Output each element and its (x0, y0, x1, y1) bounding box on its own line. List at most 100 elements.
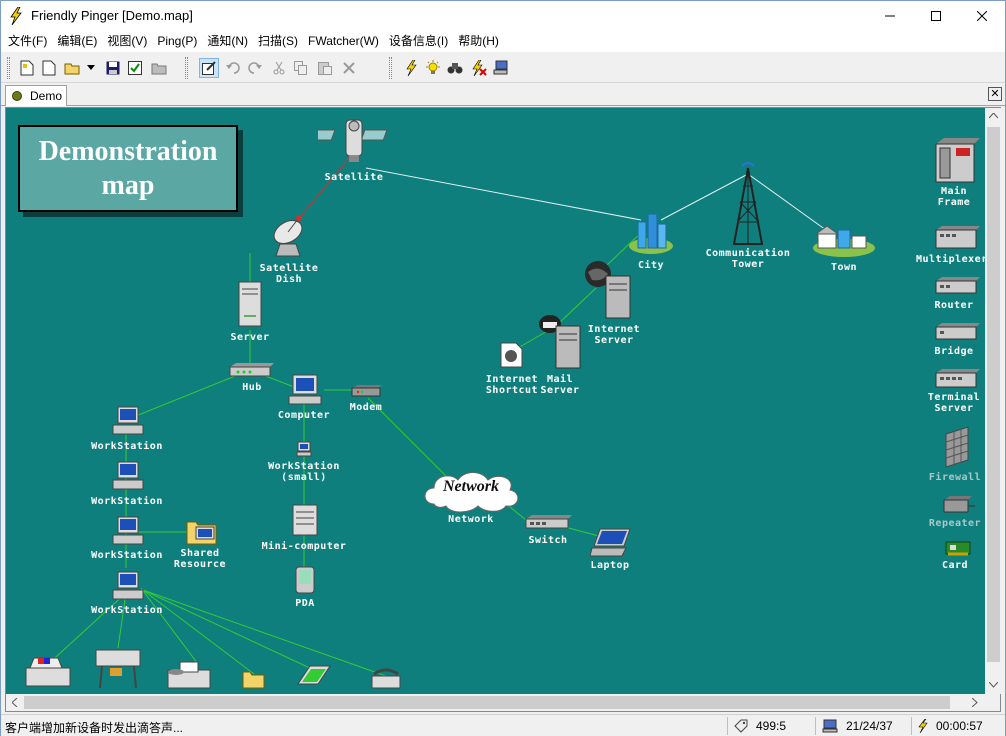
workstation-icon[interactable] (112, 406, 144, 436)
server-icon[interactable] (238, 281, 262, 327)
lightning-app-icon (10, 7, 22, 25)
toolbar-grip[interactable] (7, 57, 10, 79)
stop-ping-button[interactable] (469, 58, 489, 78)
scroll-down-icon[interactable] (989, 682, 998, 688)
modem-icon[interactable] (350, 384, 384, 398)
checklist-icon (128, 61, 142, 75)
vertical-scroll-thumb[interactable] (987, 127, 1000, 662)
status-counter: 499:5 (756, 719, 787, 733)
light-bulb-icon (426, 60, 440, 74)
scroll-right-icon[interactable] (972, 698, 978, 707)
town-icon[interactable] (812, 222, 876, 258)
ping-button[interactable] (401, 58, 421, 78)
city-icon[interactable] (628, 210, 674, 256)
new-document-button[interactable] (39, 58, 59, 78)
scanner-icon[interactable] (296, 660, 332, 690)
device-info-button[interactable] (491, 58, 511, 78)
plotter-icon[interactable] (94, 648, 142, 690)
menu-fwatcher[interactable]: FWatcher(W) (303, 31, 384, 52)
main-frame-icon[interactable] (934, 136, 982, 184)
satellite-icon[interactable] (318, 116, 390, 166)
node-label: WorkStation (91, 550, 163, 561)
menu-view[interactable]: 视图(V) (102, 31, 152, 52)
menu-help[interactable]: 帮助(H) (453, 31, 504, 52)
folder-icon[interactable] (242, 668, 266, 690)
laptop-icon[interactable] (590, 528, 634, 558)
copy-button[interactable] (291, 58, 311, 78)
menu-edit[interactable]: 编辑(E) (52, 31, 102, 52)
router-icon[interactable] (934, 276, 982, 296)
horizontal-scrollbar[interactable] (6, 694, 985, 711)
pda-icon[interactable] (295, 566, 315, 594)
open-dropdown-button[interactable] (85, 58, 97, 78)
node-label: Computer (277, 410, 331, 421)
copy-icon (294, 61, 307, 75)
save-all-button[interactable] (125, 58, 145, 78)
close-button[interactable] (959, 1, 1005, 31)
toolbar-grip[interactable] (185, 57, 188, 79)
open-button[interactable] (63, 58, 83, 78)
repeater-icon[interactable] (942, 494, 976, 516)
new-map-button[interactable] (17, 58, 37, 78)
close-map-button[interactable] (149, 58, 169, 78)
terminal-server-icon[interactable] (934, 368, 982, 390)
workstation-icon[interactable] (112, 461, 144, 491)
node-label: Shared Resource (173, 548, 227, 570)
save-button[interactable] (103, 58, 123, 78)
firewall-icon[interactable] (944, 426, 970, 468)
scan-button[interactable] (445, 58, 465, 78)
status-hosts-pane: 21/24/37 (815, 717, 911, 735)
menu-notify[interactable]: 通知(N) (202, 31, 253, 52)
scroll-up-icon[interactable] (989, 113, 998, 119)
paste-button[interactable] (315, 58, 335, 78)
internet-shortcut-icon[interactable] (500, 342, 524, 368)
undo-button[interactable] (223, 58, 243, 78)
communication-tower-icon[interactable] (728, 162, 768, 246)
printer-icon[interactable] (24, 656, 72, 690)
toolbar-grip[interactable] (389, 57, 392, 79)
node-label: Multiplexer (916, 254, 985, 265)
shared-resource-icon[interactable] (186, 516, 218, 546)
chevron-down-icon (87, 65, 95, 70)
status-time: 00:00:57 (936, 719, 983, 733)
workstation-icon[interactable] (112, 516, 144, 546)
node-label: Main Frame (937, 186, 971, 208)
cut-button[interactable] (269, 58, 289, 78)
mini-computer-icon[interactable] (292, 504, 318, 536)
alert-button[interactable] (423, 58, 443, 78)
network-map-canvas[interactable]: Demonstration map Satellite Satellite Dis… (6, 108, 985, 694)
redo-button[interactable] (245, 58, 265, 78)
computer-icon[interactable] (288, 374, 322, 406)
maximize-button[interactable] (913, 1, 959, 31)
computer-info-icon (493, 60, 508, 75)
vertical-scrollbar[interactable] (985, 108, 1002, 694)
workstation-icon[interactable] (112, 571, 144, 601)
tab-demo[interactable]: Demo (5, 85, 67, 106)
lightning-icon (406, 60, 417, 76)
node-label: Network (448, 514, 494, 525)
scissors-icon (273, 61, 285, 75)
edit-mode-button[interactable] (199, 58, 219, 78)
status-hosts: 21/24/37 (846, 719, 893, 733)
horizontal-scroll-thumb[interactable] (24, 696, 950, 709)
menu-device-info[interactable]: 设备信息(I) (384, 31, 453, 52)
satellite-dish-icon[interactable] (268, 214, 310, 258)
close-tab-button[interactable]: ✕ (988, 87, 1002, 101)
menu-ping[interactable]: Ping(P) (152, 31, 202, 52)
node-label: Town (830, 262, 858, 273)
hub-icon[interactable] (228, 362, 276, 378)
delete-button[interactable] (339, 58, 359, 78)
minimize-button[interactable] (867, 1, 913, 31)
menu-file[interactable]: 文件(F) (3, 31, 52, 52)
fax-icon[interactable] (166, 660, 214, 690)
telephone-icon[interactable] (370, 666, 402, 690)
switch-icon[interactable] (524, 514, 574, 530)
scroll-left-icon[interactable] (12, 698, 18, 707)
menu-scan[interactable]: 扫描(S) (253, 31, 303, 52)
lightning-icon (918, 719, 928, 733)
bridge-icon[interactable] (934, 322, 982, 342)
status-bar: 客户端增加新设备时发出滴答声... 499:5 21/24/37 00:00:5… (1, 714, 1005, 736)
workstation-small-icon[interactable] (296, 441, 312, 457)
multiplexer-icon[interactable] (934, 224, 982, 250)
network-card-icon[interactable] (944, 540, 972, 558)
